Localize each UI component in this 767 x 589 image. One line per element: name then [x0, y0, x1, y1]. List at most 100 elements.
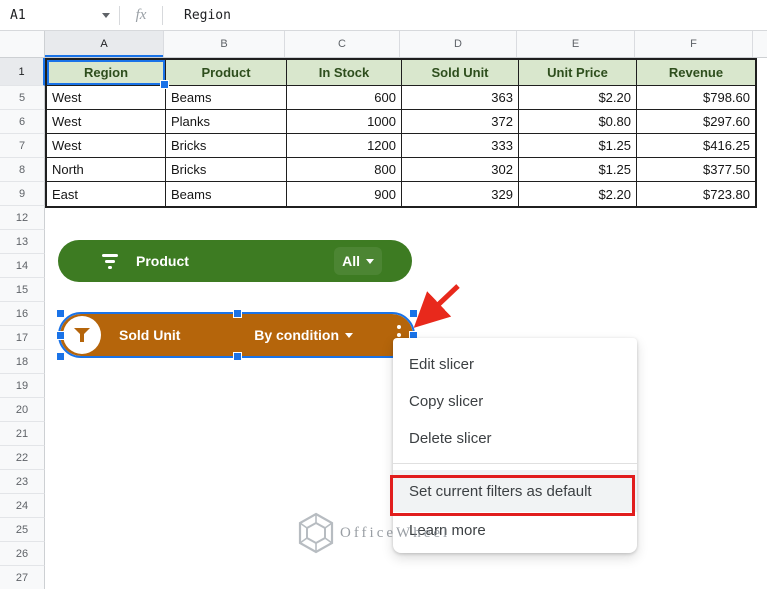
slicer-title: Sold Unit	[119, 327, 181, 343]
annotation-arrow-icon	[413, 284, 460, 328]
table-cell[interactable]: Bricks	[166, 134, 287, 158]
selection-handle[interactable]	[232, 309, 242, 318]
row-header-20[interactable]: 20	[0, 398, 45, 422]
table-cell[interactable]: $1.25	[519, 134, 637, 158]
fill-handle[interactable]	[160, 80, 169, 89]
table-cell[interactable]: 1000	[287, 110, 402, 134]
data-table: Region Product In Stock Sold Unit Unit Price…	[45, 58, 757, 208]
row-header-8[interactable]: 8	[0, 158, 45, 182]
spreadsheet-app: A1 fx Region ABCDEF 1 5 6 7 8 9 12 13 14 15 16 17 18…	[0, 0, 767, 589]
table-cell[interactable]: 600	[287, 86, 402, 110]
table-cell[interactable]: $416.25	[637, 134, 755, 158]
table-cell[interactable]: $0.80	[519, 110, 637, 134]
column-header-D[interactable]: D	[400, 31, 517, 57]
column-header-E[interactable]: E	[517, 31, 635, 57]
table-cell[interactable]: $1.25	[519, 158, 637, 182]
table-cell[interactable]: 800	[287, 158, 402, 182]
watermark: OfficeWheel	[296, 511, 450, 555]
row-header-24[interactable]: 24	[0, 494, 45, 518]
table-cell[interactable]: 372	[402, 110, 519, 134]
row-header-18[interactable]: 18	[0, 350, 45, 374]
funnel-icon-circle	[63, 316, 101, 354]
column-header-filler	[753, 31, 767, 57]
row-header-21[interactable]: 21	[0, 422, 45, 446]
divider	[119, 5, 120, 25]
row-header-5[interactable]: 5	[0, 86, 45, 110]
slicer-condition-dropdown[interactable]: By condition	[246, 321, 361, 349]
table-cell[interactable]: 363	[402, 86, 519, 110]
row-header-12[interactable]: 12	[0, 206, 45, 230]
table-cell[interactable]: 1200	[287, 134, 402, 158]
menu-item-copy-slicer[interactable]: Copy slicer	[393, 383, 637, 420]
row-header-26[interactable]: 26	[0, 542, 45, 566]
fx-icon: fx	[135, 6, 147, 23]
table-cell[interactable]: West	[47, 134, 166, 158]
selection-handle[interactable]	[56, 330, 65, 340]
column-header-A[interactable]: A	[45, 31, 164, 57]
row-header-14[interactable]: 14	[0, 254, 45, 278]
selection-handle[interactable]	[56, 352, 65, 361]
table-header-cell[interactable]: In Stock	[287, 60, 402, 86]
table-cell[interactable]: 329	[402, 182, 519, 206]
table-cell[interactable]: North	[47, 158, 166, 182]
table-cell[interactable]: $297.60	[637, 110, 755, 134]
row-header-27[interactable]: 27	[0, 566, 45, 589]
officewheel-logo-icon	[298, 512, 334, 554]
table-cell[interactable]: Bricks	[166, 158, 287, 182]
table-header-cell[interactable]: Product	[166, 60, 287, 86]
row-headers: 1 5 6 7 8 9 12 13 14 15 16 17 18 19 20 21 22 23 24 25 26 27	[0, 58, 45, 589]
menu-divider	[393, 463, 637, 464]
table-cell[interactable]: $723.80	[637, 182, 755, 206]
menu-item-edit-slicer[interactable]: Edit slicer	[393, 346, 637, 383]
cell-reference: A1	[10, 7, 26, 23]
table-cell[interactable]: $377.50	[637, 158, 755, 182]
table-cell[interactable]: $2.20	[519, 86, 637, 110]
sold-unit-slicer[interactable]: Sold Unit By condition	[58, 312, 415, 358]
table-cell[interactable]: $798.60	[637, 86, 755, 110]
table-cell[interactable]: Beams	[166, 182, 287, 206]
column-headers: ABCDEF	[0, 31, 767, 58]
row-header-13[interactable]: 13	[0, 230, 45, 254]
name-box[interactable]: A1	[0, 8, 110, 23]
table-header-cell[interactable]: Sold Unit	[402, 60, 519, 86]
highlight-red-box	[390, 475, 635, 516]
row-header-19[interactable]: 19	[0, 374, 45, 398]
select-all-corner[interactable]	[0, 31, 45, 57]
formula-input[interactable]: Region	[184, 8, 231, 23]
name-box-dropdown-icon[interactable]	[102, 12, 110, 18]
row-header-17[interactable]: 17	[0, 326, 45, 350]
slicer-title: Product	[136, 253, 189, 269]
row-header-22[interactable]: 22	[0, 446, 45, 470]
filter-icon	[102, 253, 118, 269]
table-cell[interactable]: West	[47, 110, 166, 134]
row-header-1[interactable]: 1	[0, 58, 45, 86]
row-header-9[interactable]: 9	[0, 182, 45, 206]
column-header-B[interactable]: B	[164, 31, 285, 57]
table-cell[interactable]: 900	[287, 182, 402, 206]
table-cell[interactable]: $2.20	[519, 182, 637, 206]
table-header-cell[interactable]: Revenue	[637, 60, 755, 86]
row-header-6[interactable]: 6	[0, 110, 45, 134]
table-header-cell[interactable]: Unit Price	[519, 60, 637, 86]
table-cell[interactable]: West	[47, 86, 166, 110]
slicer-value-dropdown[interactable]: All	[334, 247, 382, 275]
chevron-down-icon	[366, 258, 374, 264]
column-header-C[interactable]: C	[285, 31, 400, 57]
row-header-7[interactable]: 7	[0, 134, 45, 158]
menu-item-delete-slicer[interactable]: Delete slicer	[393, 420, 637, 457]
table-cell[interactable]: 333	[402, 134, 519, 158]
row-header-16[interactable]: 16	[0, 302, 45, 326]
row-header-23[interactable]: 23	[0, 470, 45, 494]
column-header-F[interactable]: F	[635, 31, 753, 57]
row-header-15[interactable]: 15	[0, 278, 45, 302]
table-cell[interactable]: Beams	[166, 86, 287, 110]
selection-handle[interactable]	[232, 352, 242, 361]
table-header-cell[interactable]: Region	[47, 60, 169, 89]
row-header-25[interactable]: 25	[0, 518, 45, 542]
table-cell[interactable]: 302	[402, 158, 519, 182]
table-cell[interactable]: East	[47, 182, 166, 206]
table-cell[interactable]: Planks	[166, 110, 287, 134]
selection-handle[interactable]	[56, 309, 65, 318]
product-slicer[interactable]: Product All	[58, 240, 412, 282]
watermark-text: OfficeWheel	[340, 524, 451, 541]
